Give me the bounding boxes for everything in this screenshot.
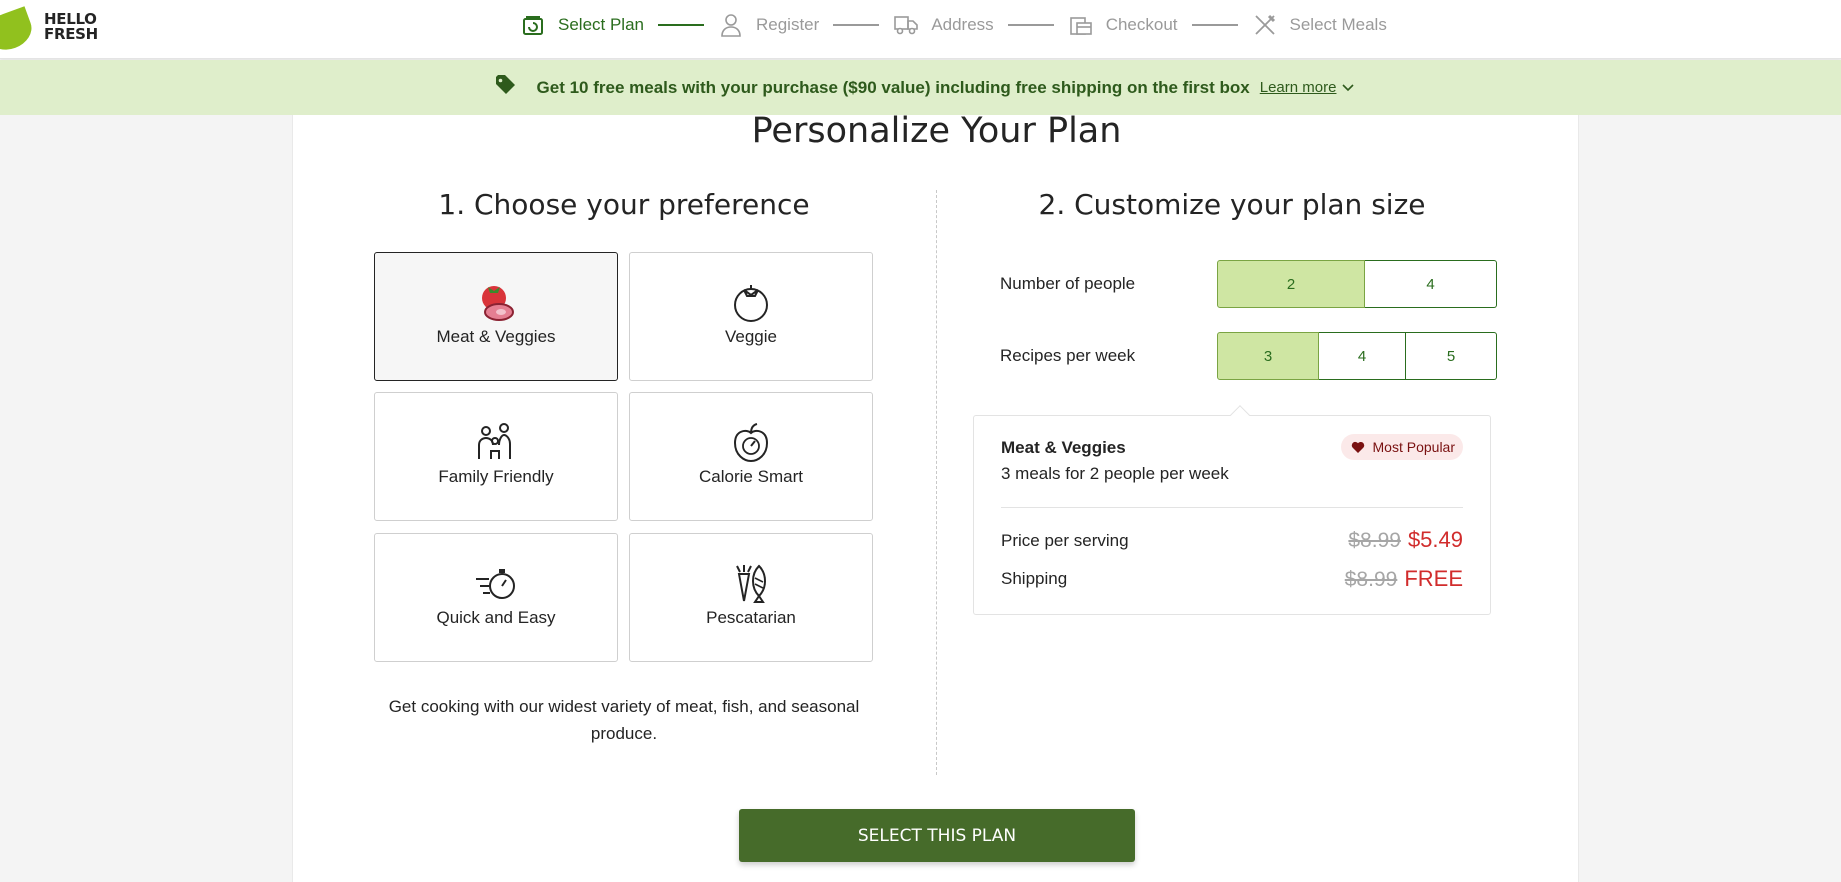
step-checkout: Checkout (1068, 12, 1178, 38)
recipes-option-5[interactable]: 5 (1406, 332, 1497, 380)
learn-more-link[interactable]: Learn more (1260, 79, 1355, 96)
family-icon (475, 421, 517, 463)
step-label: Address (931, 15, 994, 34)
step-select-meals: Select Meals (1252, 12, 1387, 38)
shipping-new: FREE (1404, 566, 1463, 591)
logo-leaf-icon (0, 6, 37, 56)
shipping-value: $8.99 FREE (1345, 566, 1463, 592)
step-label: Select Plan (558, 15, 644, 34)
price-new: $5.49 (1407, 527, 1463, 552)
user-icon (718, 12, 744, 38)
price-per-serving-label: Price per serving (1001, 531, 1129, 550)
step-register: Register (718, 12, 819, 38)
calendar-box-icon (520, 12, 546, 38)
step-connector (1007, 24, 1054, 26)
preference-meat-veggies[interactable]: Meat & Veggies (374, 252, 618, 381)
fork-knife-icon (1252, 12, 1278, 38)
preference-veggie[interactable]: Veggie (629, 252, 873, 381)
price-tag-icon (495, 75, 517, 100)
hellofresh-logo[interactable]: HELLO FRESH (0, 6, 110, 56)
plan-card: Personalize Your Plan 1. Choose your pre… (292, 115, 1579, 882)
people-option-4[interactable]: 4 (1365, 260, 1497, 308)
meat-tomato-icon (474, 281, 518, 323)
card-icon (1068, 12, 1094, 38)
shipping-label: Shipping (1001, 569, 1068, 588)
recipes-selector: 3 4 5 (1217, 332, 1497, 380)
promo-text: Get 10 free meals with your purchase ($9… (536, 77, 1250, 97)
preference-label: Quick and Easy (436, 608, 556, 627)
learn-more-label: Learn more (1259, 79, 1337, 96)
stopwatch-icon (474, 562, 518, 604)
preference-pescatarian[interactable]: Pescatarian (629, 533, 873, 662)
chevron-down-icon (1342, 79, 1355, 96)
people-option-2[interactable]: 2 (1217, 260, 1365, 308)
plan-size-title: 2. Customize your plan size (1038, 188, 1426, 221)
page-title: Personalize Your Plan (751, 115, 1122, 151)
summary-pointer (1230, 405, 1250, 425)
step-label: Select Meals (1289, 15, 1387, 34)
logo-line-2: FRESH (44, 25, 98, 43)
step-label: Register (756, 15, 820, 34)
column-divider (936, 190, 937, 775)
preference-description: Get cooking with our widest variety of m… (388, 697, 860, 743)
select-this-plan-button[interactable]: SELECT THIS PLAN (739, 809, 1135, 862)
most-popular-badge: Most Popular (1340, 434, 1463, 460)
preference-title: 1. Choose your preference (438, 188, 810, 221)
step-connector (1191, 24, 1238, 26)
people-selector: 2 4 (1217, 260, 1497, 308)
checkout-stepper: Select Plan Register Address Checkout Se… (520, 0, 1387, 50)
people-label: Number of people (1000, 274, 1136, 293)
recipes-option-3[interactable]: 3 (1217, 332, 1319, 380)
tomato-icon (731, 281, 771, 323)
preference-calorie-smart[interactable]: Calorie Smart (629, 392, 873, 521)
preference-quick-and-easy[interactable]: Quick and Easy (374, 533, 618, 662)
shipping-old: $8.99 (1344, 568, 1398, 591)
delivery-truck-icon (893, 12, 919, 38)
plan-summary: Meat & Veggies 3 meals for 2 people per … (973, 405, 1491, 615)
preference-label: Pescatarian (706, 608, 796, 627)
badge-label: Most Popular (1372, 439, 1455, 455)
summary-plan-name: Meat & Veggies (1001, 438, 1126, 457)
step-label: Checkout (1105, 15, 1178, 34)
price-old: $8.99 (1348, 529, 1401, 552)
preference-label: Veggie (725, 327, 777, 346)
preference-label: Calorie Smart (699, 467, 803, 486)
recipes-label: Recipes per week (1000, 346, 1136, 365)
recipes-option-4[interactable]: 4 (1319, 332, 1406, 380)
header: HELLO FRESH Select Plan Register Address (0, 0, 1841, 59)
summary-plan-description: 3 meals for 2 people per week (1001, 464, 1229, 483)
step-select-plan: Select Plan (520, 12, 644, 38)
price-per-serving-value: $8.99 $5.49 (1348, 527, 1463, 553)
preference-family-friendly[interactable]: Family Friendly (374, 392, 618, 521)
apple-scale-icon (731, 421, 771, 463)
carrot-fish-icon (731, 562, 771, 604)
heart-icon (1351, 441, 1365, 454)
step-connector (833, 24, 880, 26)
preference-label: Family Friendly (438, 467, 554, 486)
summary-divider (1001, 507, 1463, 508)
step-connector (658, 24, 704, 26)
preference-label: Meat & Veggies (436, 327, 556, 346)
step-address: Address (893, 12, 994, 38)
promo-banner: Get 10 free meals with your purchase ($9… (0, 60, 1841, 115)
